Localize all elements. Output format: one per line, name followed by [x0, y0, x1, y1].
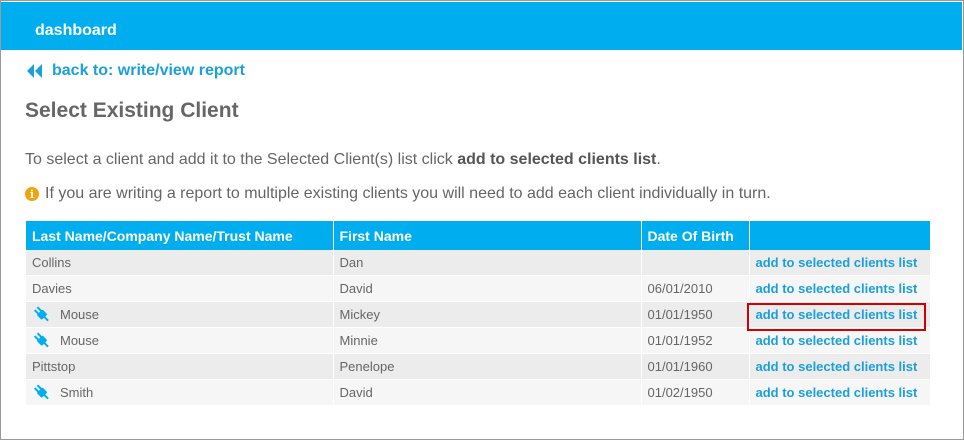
dashboard-link[interactable]: dashboard [35, 22, 117, 40]
plug-icon [32, 384, 58, 402]
cell-last-name: Collins [26, 250, 334, 276]
table-row: Mouse Minnie 01/01/1952 add to selected cli… [26, 327, 930, 354]
last-name-text: Mouse [60, 333, 100, 348]
instruction-bold: add to selected clients list [457, 151, 657, 168]
last-name-text: Pittstop [32, 359, 76, 374]
table-header-row: Last Name/Company Name/Trust Name First … [26, 221, 930, 250]
cell-dob: 01/01/1952 [641, 327, 750, 354]
cell-first-name: Minnie [333, 327, 642, 354]
column-header-first-name: First Name [333, 221, 642, 250]
plug-icon [32, 332, 58, 350]
cell-dob: 01/01/1950 [641, 301, 750, 328]
table-row: Pittstop Penelope 01/01/1960 add to selecte… [26, 353, 930, 380]
add-to-selected-clients-link[interactable]: add to selected clients list [756, 385, 918, 400]
back-link-label: back to: write/view report [52, 62, 245, 79]
column-header-action [749, 221, 930, 250]
add-to-selected-clients-link[interactable]: add to selected clients list [756, 333, 918, 348]
cell-first-name: David [333, 379, 642, 406]
column-header-last-name: Last Name/Company Name/Trust Name [26, 221, 334, 250]
cell-dob: 01/01/1960 [641, 353, 750, 380]
last-name-text: Davies [32, 281, 72, 296]
add-to-selected-clients-link[interactable]: add to selected clients list [756, 281, 918, 296]
cell-first-name: Penelope [333, 353, 642, 380]
add-to-selected-clients-link[interactable]: add to selected clients list [756, 359, 918, 374]
back-link[interactable]: back to: write/view report [26, 62, 245, 80]
info-icon: i [25, 187, 39, 201]
cell-dob: 01/02/1950 [641, 379, 750, 406]
instruction-text: To select a client and add it to the Sel… [25, 151, 661, 168]
cell-first-name: Dan [333, 250, 642, 276]
last-name-text: Collins [32, 255, 72, 270]
page-title: Select Existing Client [25, 99, 239, 122]
top-bar: dashboard [1, 2, 962, 50]
cell-first-name: Mickey [333, 301, 642, 328]
cell-action: add to selected clients list [749, 250, 930, 276]
cell-last-name: Smith [26, 379, 334, 406]
column-header-dob: Date Of Birth [641, 221, 750, 250]
cell-last-name: Davies [26, 275, 334, 302]
cell-last-name: Pittstop [26, 353, 334, 380]
cell-dob: 06/01/2010 [641, 275, 750, 302]
cell-action: add to selected clients list [749, 379, 930, 406]
highlight-box [747, 303, 926, 331]
cell-action: add to selected clients list [749, 275, 930, 302]
info-note-text: If you are writing a report to multiple … [45, 185, 771, 202]
last-name-text: Smith [60, 385, 94, 400]
cell-last-name: Mouse [26, 327, 334, 354]
table-row: Smith David 01/02/1950 add to selected clie… [26, 379, 930, 406]
cell-last-name: Mouse [26, 301, 334, 328]
cell-action: add to selected clients list [749, 327, 930, 354]
cell-first-name: David [333, 275, 642, 302]
cell-action: add to selected clients list [749, 353, 930, 380]
double-chevron-left-icon [26, 63, 44, 79]
add-to-selected-clients-link[interactable]: add to selected clients list [756, 255, 918, 270]
info-note: i If you are writing a report to multipl… [25, 185, 771, 203]
plug-icon [32, 306, 58, 324]
last-name-text: Mouse [60, 307, 100, 322]
cell-dob [641, 250, 750, 276]
table-row: Davies David 06/01/2010 add to selected cli… [26, 275, 930, 302]
table-row: Collins Dan add to selected clients list [26, 250, 930, 276]
